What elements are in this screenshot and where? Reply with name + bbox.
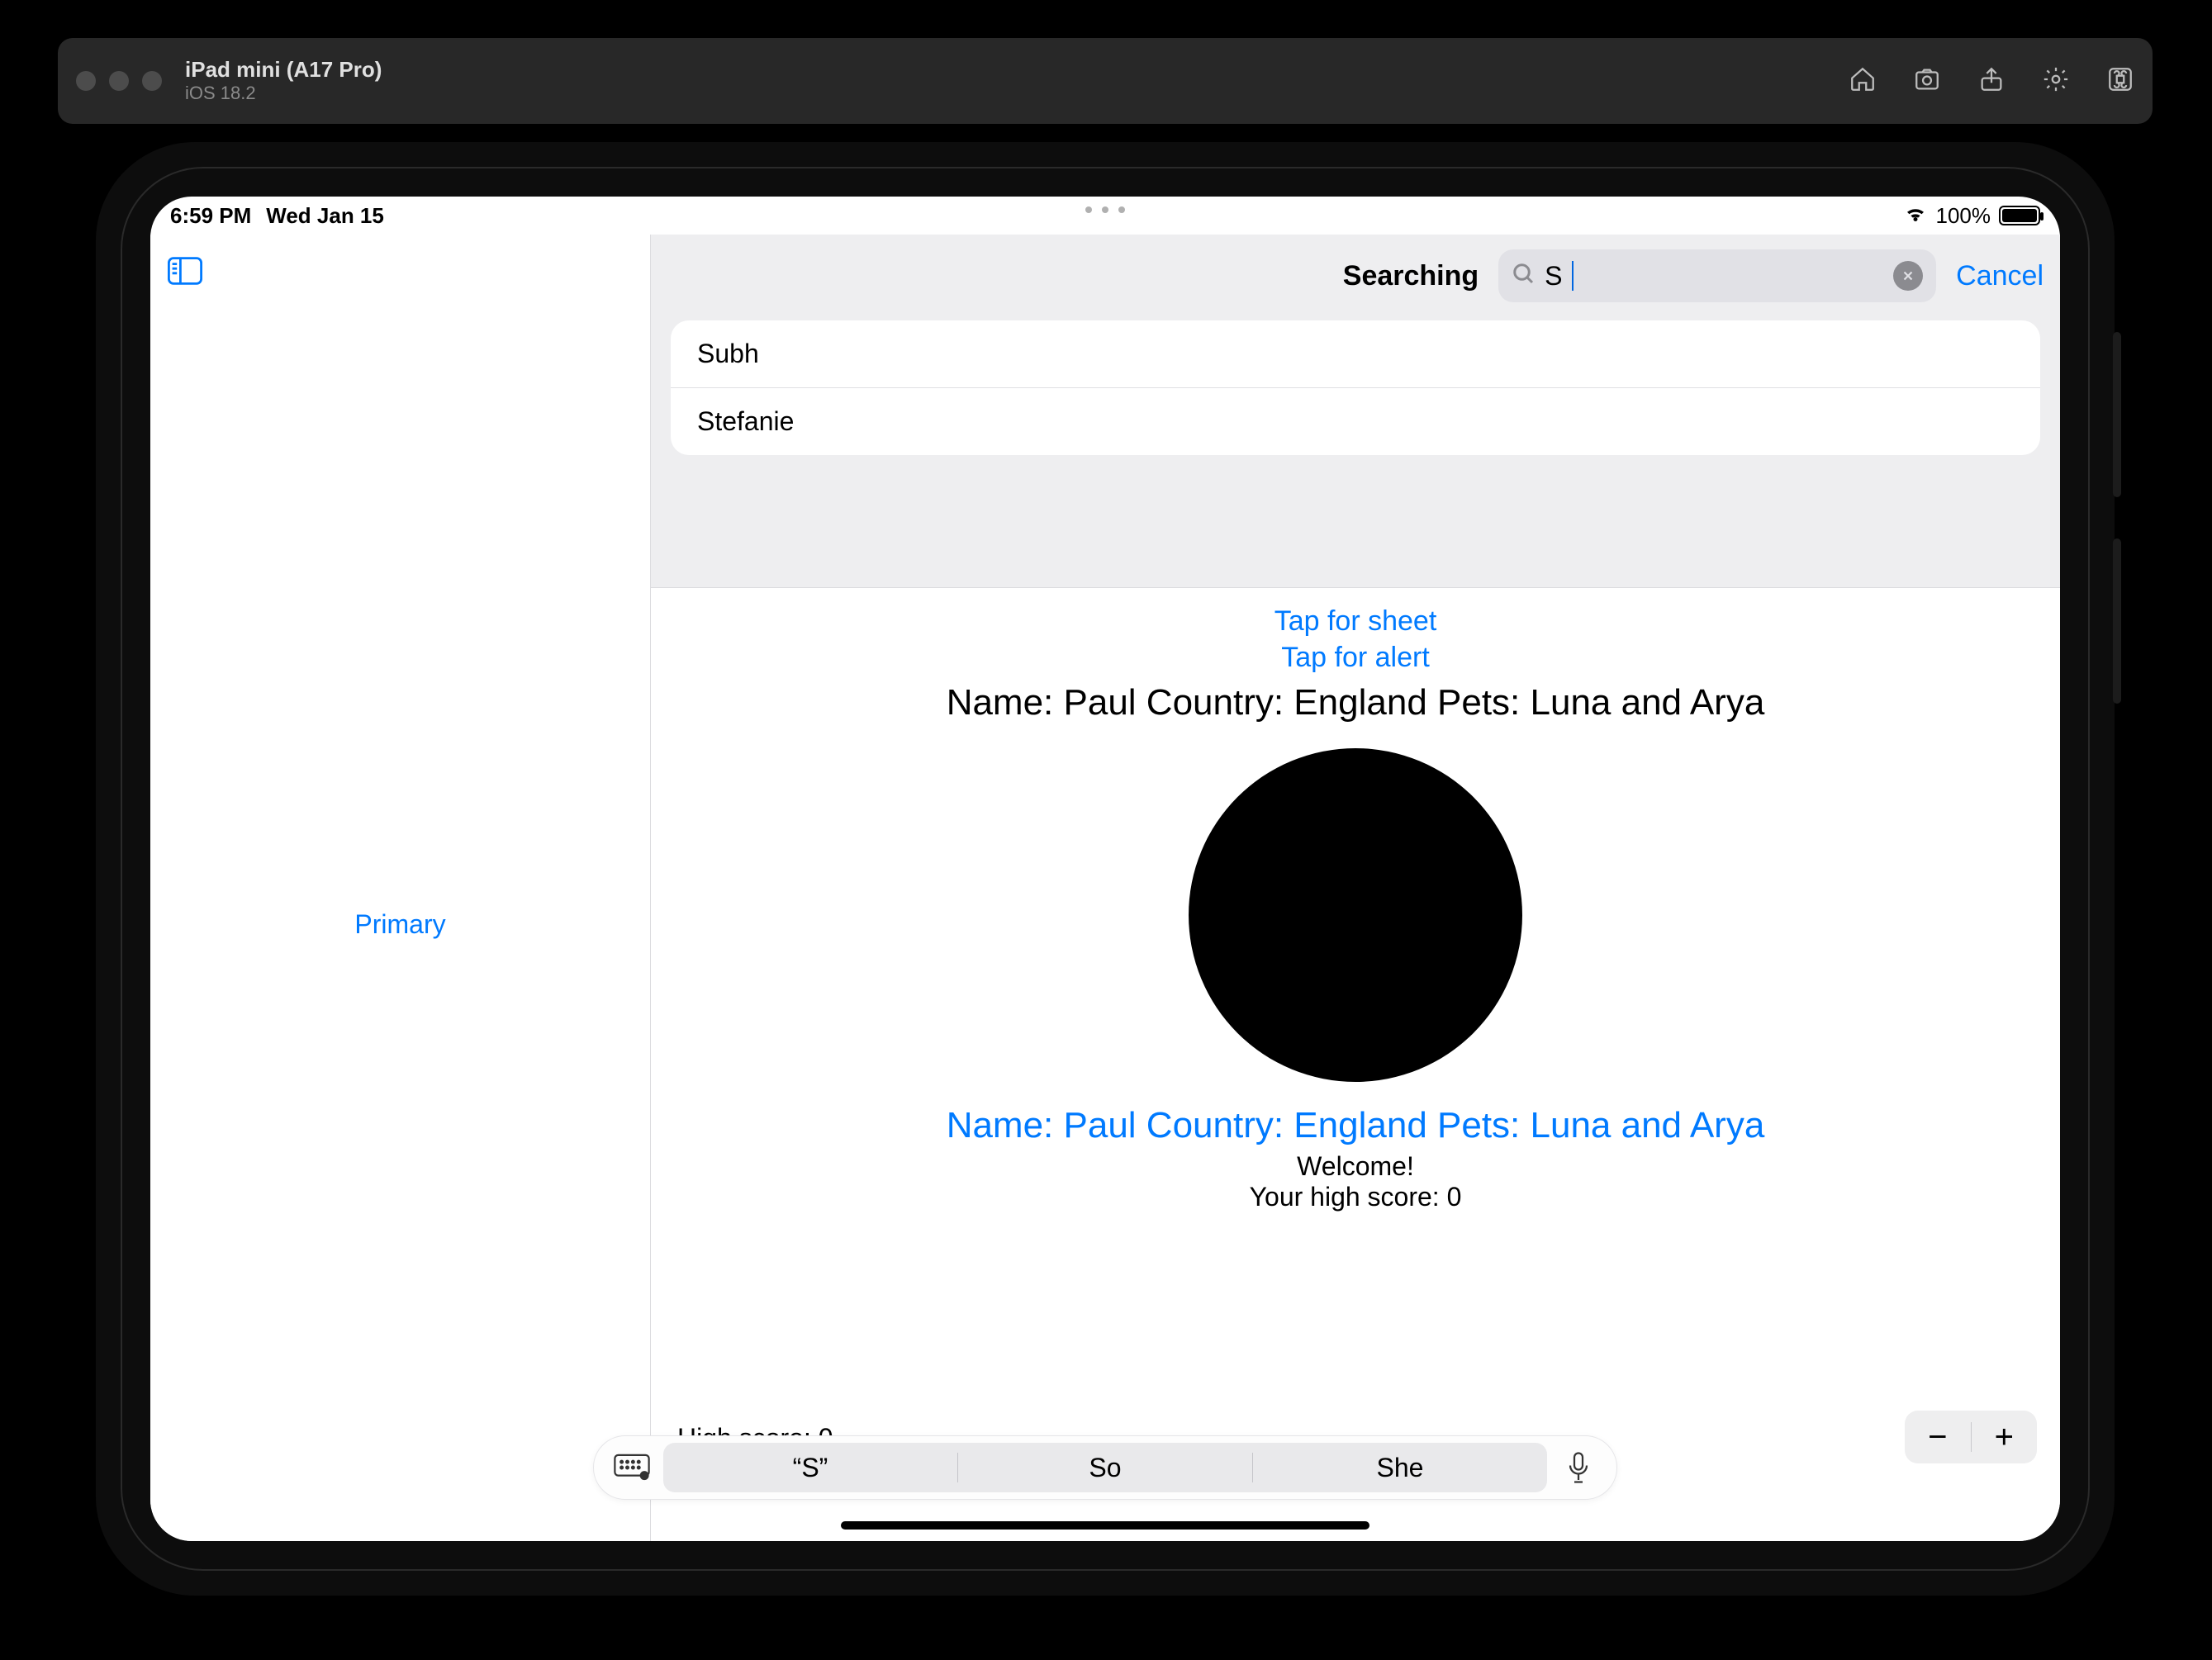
ipad-frame: 6:59 PM Wed Jan 15 100% bbox=[96, 142, 2115, 1596]
keyboard-icon[interactable] bbox=[609, 1454, 655, 1482]
welcome-text: Welcome! bbox=[1297, 1151, 1414, 1182]
stepper-plus-button[interactable]: + bbox=[1972, 1419, 2038, 1456]
text-caret bbox=[1572, 261, 1574, 291]
searching-title: Searching bbox=[1343, 260, 1479, 292]
cancel-button[interactable]: Cancel bbox=[1956, 260, 2043, 292]
dictation-icon[interactable] bbox=[1555, 1451, 1602, 1484]
primary-link[interactable]: Primary bbox=[354, 909, 445, 940]
wifi-icon bbox=[1903, 201, 1928, 231]
command-icon[interactable] bbox=[2106, 65, 2134, 97]
status-bar: 6:59 PM Wed Jan 15 100% bbox=[150, 197, 2060, 235]
suggestion-2[interactable]: So bbox=[958, 1443, 1252, 1492]
content-area: Tap for sheet Tap for alert Name: Paul C… bbox=[650, 587, 2060, 1541]
tap-for-alert-link[interactable]: Tap for alert bbox=[1281, 639, 1430, 676]
battery-percent: 100% bbox=[1936, 203, 1991, 229]
sidebar-toggle-button[interactable] bbox=[167, 253, 203, 289]
black-circle-image bbox=[1189, 748, 1522, 1082]
detail-column: Searching S Cancel Subh S bbox=[650, 235, 2060, 1541]
status-time: 6:59 PM bbox=[170, 203, 251, 229]
search-icon bbox=[1512, 262, 1536, 291]
suggestion-1[interactable]: “S” bbox=[663, 1443, 957, 1492]
zoom-window-dot[interactable] bbox=[142, 71, 162, 91]
search-result-row[interactable]: Subh bbox=[671, 320, 2040, 387]
search-field[interactable]: S bbox=[1498, 249, 1936, 302]
share-icon[interactable] bbox=[1977, 65, 2006, 97]
simulator-os-version: iOS 18.2 bbox=[185, 83, 382, 103]
search-result-row[interactable]: Stefanie bbox=[671, 387, 2040, 455]
simulator-toolbar bbox=[1849, 65, 2134, 97]
keyboard-suggestion-bar: “S” So She bbox=[593, 1435, 1617, 1500]
suggestion-pill: “S” So She bbox=[663, 1443, 1547, 1492]
home-indicator[interactable] bbox=[841, 1521, 1369, 1530]
info-line: Name: Paul Country: England Pets: Luna a… bbox=[947, 682, 1765, 723]
minimize-window-dot[interactable] bbox=[109, 71, 129, 91]
tap-for-sheet-link[interactable]: Tap for sheet bbox=[1275, 603, 1437, 639]
search-query-text: S bbox=[1545, 261, 1562, 292]
screenshot-icon[interactable] bbox=[1913, 65, 1941, 97]
score-stepper: − + bbox=[1905, 1411, 2037, 1463]
info-link-line[interactable]: Name: Paul Country: England Pets: Luna a… bbox=[947, 1105, 1765, 1146]
status-date: Wed Jan 15 bbox=[266, 203, 384, 229]
simulator-device-name: iPad mini (A17 Pro) bbox=[185, 58, 382, 83]
search-nav-area: Searching S Cancel Subh S bbox=[650, 235, 2060, 587]
clear-search-button[interactable] bbox=[1893, 261, 1923, 291]
search-results-list: Subh Stefanie bbox=[671, 320, 2040, 455]
multitask-dots[interactable] bbox=[1085, 206, 1125, 213]
sidebar-toolbar bbox=[150, 235, 650, 307]
brightness-icon[interactable] bbox=[2042, 65, 2070, 97]
suggestion-3[interactable]: She bbox=[1253, 1443, 1547, 1492]
volume-up-button[interactable] bbox=[2113, 332, 2121, 497]
window-traffic-lights[interactable] bbox=[76, 71, 162, 91]
simulator-title-block: iPad mini (A17 Pro) iOS 18.2 bbox=[185, 58, 382, 103]
high-score-center: Your high score: 0 bbox=[1250, 1182, 1462, 1212]
stepper-minus-button[interactable]: − bbox=[1905, 1419, 1971, 1456]
volume-down-button[interactable] bbox=[2113, 538, 2121, 704]
close-window-dot[interactable] bbox=[76, 71, 96, 91]
battery-icon bbox=[1999, 206, 2040, 225]
sidebar-column: Primary bbox=[150, 235, 650, 1541]
simulator-titlebar: iPad mini (A17 Pro) iOS 18.2 bbox=[58, 38, 2153, 124]
home-icon[interactable] bbox=[1849, 65, 1877, 97]
ipad-screen: 6:59 PM Wed Jan 15 100% bbox=[150, 197, 2060, 1541]
